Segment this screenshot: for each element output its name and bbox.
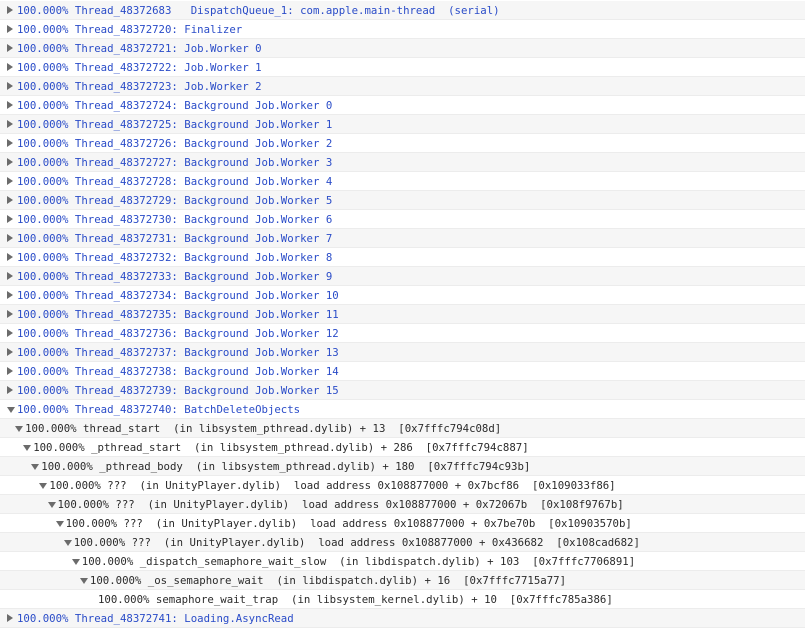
disclosure-collapsed-icon[interactable] — [7, 25, 13, 33]
thread-row[interactable]: 100.000% Thread_48372737: Background Job… — [0, 343, 805, 362]
stack-frame-label: 100.000% _dispatch_semaphore_wait_slow (… — [81, 555, 636, 568]
thread-label: 100.000% Thread_48372737: Background Job… — [17, 346, 339, 359]
thread-row[interactable]: 100.000% Thread_48372721: Job.Worker 0 — [0, 39, 805, 58]
thread-label: 100.000% Thread_48372741: Loading.AsyncR… — [17, 612, 294, 625]
thread-label: 100.000% Thread_48372729: Background Job… — [17, 194, 333, 207]
stack-frame-row[interactable]: 100.000% thread_start (in libsystem_pthr… — [0, 419, 805, 438]
disclosure-collapsed-icon[interactable] — [7, 234, 13, 242]
stack-frame-label: 100.000% semaphore_wait_trap (in libsyst… — [98, 593, 613, 606]
disclosure-collapsed-icon[interactable] — [7, 6, 13, 14]
stack-frame-row[interactable]: 100.000% semaphore_wait_trap (in libsyst… — [0, 590, 805, 609]
thread-label: 100.000% Thread_48372730: Background Job… — [17, 213, 333, 226]
disclosure-collapsed-icon[interactable] — [7, 101, 13, 109]
stack-frame-row[interactable]: 100.000% ??? (in UnityPlayer.dylib) load… — [0, 495, 805, 514]
thread-label: 100.000% Thread_48372733: Background Job… — [17, 270, 333, 283]
disclosure-collapsed-icon[interactable] — [7, 272, 13, 280]
thread-label: 100.000% Thread_48372724: Background Job… — [17, 99, 333, 112]
disclosure-collapsed-icon[interactable] — [7, 386, 13, 394]
stack-frame-row[interactable]: 100.000% ??? (in UnityPlayer.dylib) load… — [0, 514, 805, 533]
thread-row[interactable]: 100.000% Thread_48372729: Background Job… — [0, 191, 805, 210]
thread-row[interactable]: 100.000% Thread_48372724: Background Job… — [0, 96, 805, 115]
thread-label: 100.000% Thread_48372736: Background Job… — [17, 327, 339, 340]
stack-frame-row[interactable]: 100.000% _dispatch_semaphore_wait_slow (… — [0, 552, 805, 571]
thread-row[interactable]: 100.000% Thread_48372722: Job.Worker 1 — [0, 58, 805, 77]
thread-row[interactable]: 100.000% Thread_48372736: Background Job… — [0, 324, 805, 343]
thread-label: 100.000% Thread_48372739: Background Job… — [17, 384, 339, 397]
disclosure-collapsed-icon[interactable] — [7, 139, 13, 147]
stack-frame-row[interactable]: 100.000% _os_semaphore_wait (in libdispa… — [0, 571, 805, 590]
thread-label: 100.000% Thread_48372722: Job.Worker 1 — [17, 61, 262, 74]
disclosure-expanded-icon[interactable] — [79, 578, 88, 584]
thread-row[interactable]: 100.000% Thread_48372732: Background Job… — [0, 248, 805, 267]
stack-frame-label: 100.000% ??? (in UnityPlayer.dylib) load… — [73, 536, 640, 549]
disclosure-collapsed-icon[interactable] — [7, 291, 13, 299]
disclosure-expanded-icon[interactable] — [7, 407, 15, 413]
thread-row[interactable]: 100.000% Thread_48372720: Finalizer — [0, 20, 805, 39]
disclosure-collapsed-icon[interactable] — [7, 253, 13, 261]
thread-row[interactable]: 100.000% Thread_48372738: Background Job… — [0, 362, 805, 381]
disclosure-expanded-icon[interactable] — [47, 502, 56, 508]
stack-frame-label: 100.000% _os_semaphore_wait (in libdispa… — [89, 574, 567, 587]
disclosure-collapsed-icon[interactable] — [7, 120, 13, 128]
thread-label: 100.000% Thread_48372731: Background Job… — [17, 232, 333, 245]
disclosure-collapsed-icon[interactable] — [7, 310, 13, 318]
disclosure-expanded-icon[interactable] — [71, 559, 80, 565]
disclosure-collapsed-icon[interactable] — [7, 63, 13, 71]
disclosure-collapsed-icon[interactable] — [7, 177, 13, 185]
disclosure-collapsed-icon[interactable] — [7, 367, 13, 375]
thread-label: 100.000% Thread_48372735: Background Job… — [17, 308, 339, 321]
disclosure-expanded-icon[interactable] — [31, 464, 40, 470]
thread-row[interactable]: 100.000% Thread_48372683 DispatchQueue_1… — [0, 1, 805, 20]
stack-frame-label: 100.000% ??? (in UnityPlayer.dylib) load… — [49, 479, 616, 492]
thread-row[interactable]: 100.000% Thread_48372723: Job.Worker 2 — [0, 77, 805, 96]
disclosure-collapsed-icon[interactable] — [7, 215, 13, 223]
thread-row[interactable]: 100.000% Thread_48372734: Background Job… — [0, 286, 805, 305]
thread-row[interactable]: 100.000% Thread_48372739: Background Job… — [0, 381, 805, 400]
thread-row[interactable]: 100.000% Thread_48372727: Background Job… — [0, 153, 805, 172]
stack-frame-label: 100.000% ??? (in UnityPlayer.dylib) load… — [65, 517, 632, 530]
stack-frame-row[interactable]: 100.000% ??? (in UnityPlayer.dylib) load… — [0, 533, 805, 552]
thread-row[interactable]: 100.000% Thread_48372726: Background Job… — [0, 134, 805, 153]
thread-row[interactable]: 100.000% Thread_48372735: Background Job… — [0, 305, 805, 324]
disclosure-collapsed-icon[interactable] — [7, 196, 13, 204]
disclosure-expanded-icon[interactable] — [63, 540, 72, 546]
disclosure-expanded-icon[interactable] — [15, 426, 24, 432]
thread-label: 100.000% Thread_48372683 DispatchQueue_1… — [17, 4, 500, 17]
thread-label: 100.000% Thread_48372738: Background Job… — [17, 365, 339, 378]
disclosure-collapsed-icon[interactable] — [7, 44, 13, 52]
thread-label: 100.000% Thread_48372725: Background Job… — [17, 118, 333, 131]
disclosure-expanded-icon[interactable] — [55, 521, 64, 527]
thread-label: 100.000% Thread_48372723: Job.Worker 2 — [17, 80, 262, 93]
thread-row[interactable]: 100.000% Thread_48372733: Background Job… — [0, 267, 805, 286]
disclosure-expanded-icon[interactable] — [23, 445, 32, 451]
stack-frame-label: 100.000% _pthread_body (in libsystem_pth… — [41, 460, 531, 473]
disclosure-collapsed-icon[interactable] — [7, 329, 13, 337]
stack-frame-label: 100.000% ??? (in UnityPlayer.dylib) load… — [57, 498, 624, 511]
thread-label: 100.000% Thread_48372721: Job.Worker 0 — [17, 42, 262, 55]
thread-label: 100.000% Thread_48372726: Background Job… — [17, 137, 333, 150]
thread-row[interactable]: 100.000% Thread_48372731: Background Job… — [0, 229, 805, 248]
disclosure-collapsed-icon[interactable] — [7, 158, 13, 166]
disclosure-collapsed-icon[interactable] — [7, 614, 13, 622]
thread-row[interactable]: 100.000% Thread_48372725: Background Job… — [0, 115, 805, 134]
call-tree: 100.000% Thread_48372683 DispatchQueue_1… — [0, 1, 805, 628]
stack-frame-label: 100.000% _pthread_start (in libsystem_pt… — [33, 441, 529, 454]
thread-row[interactable]: 100.000% Thread_48372730: Background Job… — [0, 210, 805, 229]
stack-frame-row[interactable]: 100.000% _pthread_body (in libsystem_pth… — [0, 457, 805, 476]
thread-label: 100.000% Thread_48372740: BatchDeleteObj… — [17, 403, 301, 416]
thread-row[interactable]: 100.000% Thread_48372728: Background Job… — [0, 172, 805, 191]
thread-row[interactable]: 100.000% Thread_48372741: Loading.AsyncR… — [0, 609, 805, 628]
stack-frame-label: 100.000% thread_start (in libsystem_pthr… — [25, 422, 502, 435]
disclosure-expanded-icon[interactable] — [39, 483, 48, 489]
thread-label: 100.000% Thread_48372720: Finalizer — [17, 23, 243, 36]
disclosure-collapsed-icon[interactable] — [7, 82, 13, 90]
thread-label: 100.000% Thread_48372732: Background Job… — [17, 251, 333, 264]
thread-label: 100.000% Thread_48372728: Background Job… — [17, 175, 333, 188]
stack-frame-row[interactable]: 100.000% ??? (in UnityPlayer.dylib) load… — [0, 476, 805, 495]
thread-label: 100.000% Thread_48372727: Background Job… — [17, 156, 333, 169]
thread-label: 100.000% Thread_48372734: Background Job… — [17, 289, 339, 302]
disclosure-collapsed-icon[interactable] — [7, 348, 13, 356]
stack-frame-row[interactable]: 100.000% _pthread_start (in libsystem_pt… — [0, 438, 805, 457]
thread-row[interactable]: 100.000% Thread_48372740: BatchDeleteObj… — [0, 400, 805, 419]
